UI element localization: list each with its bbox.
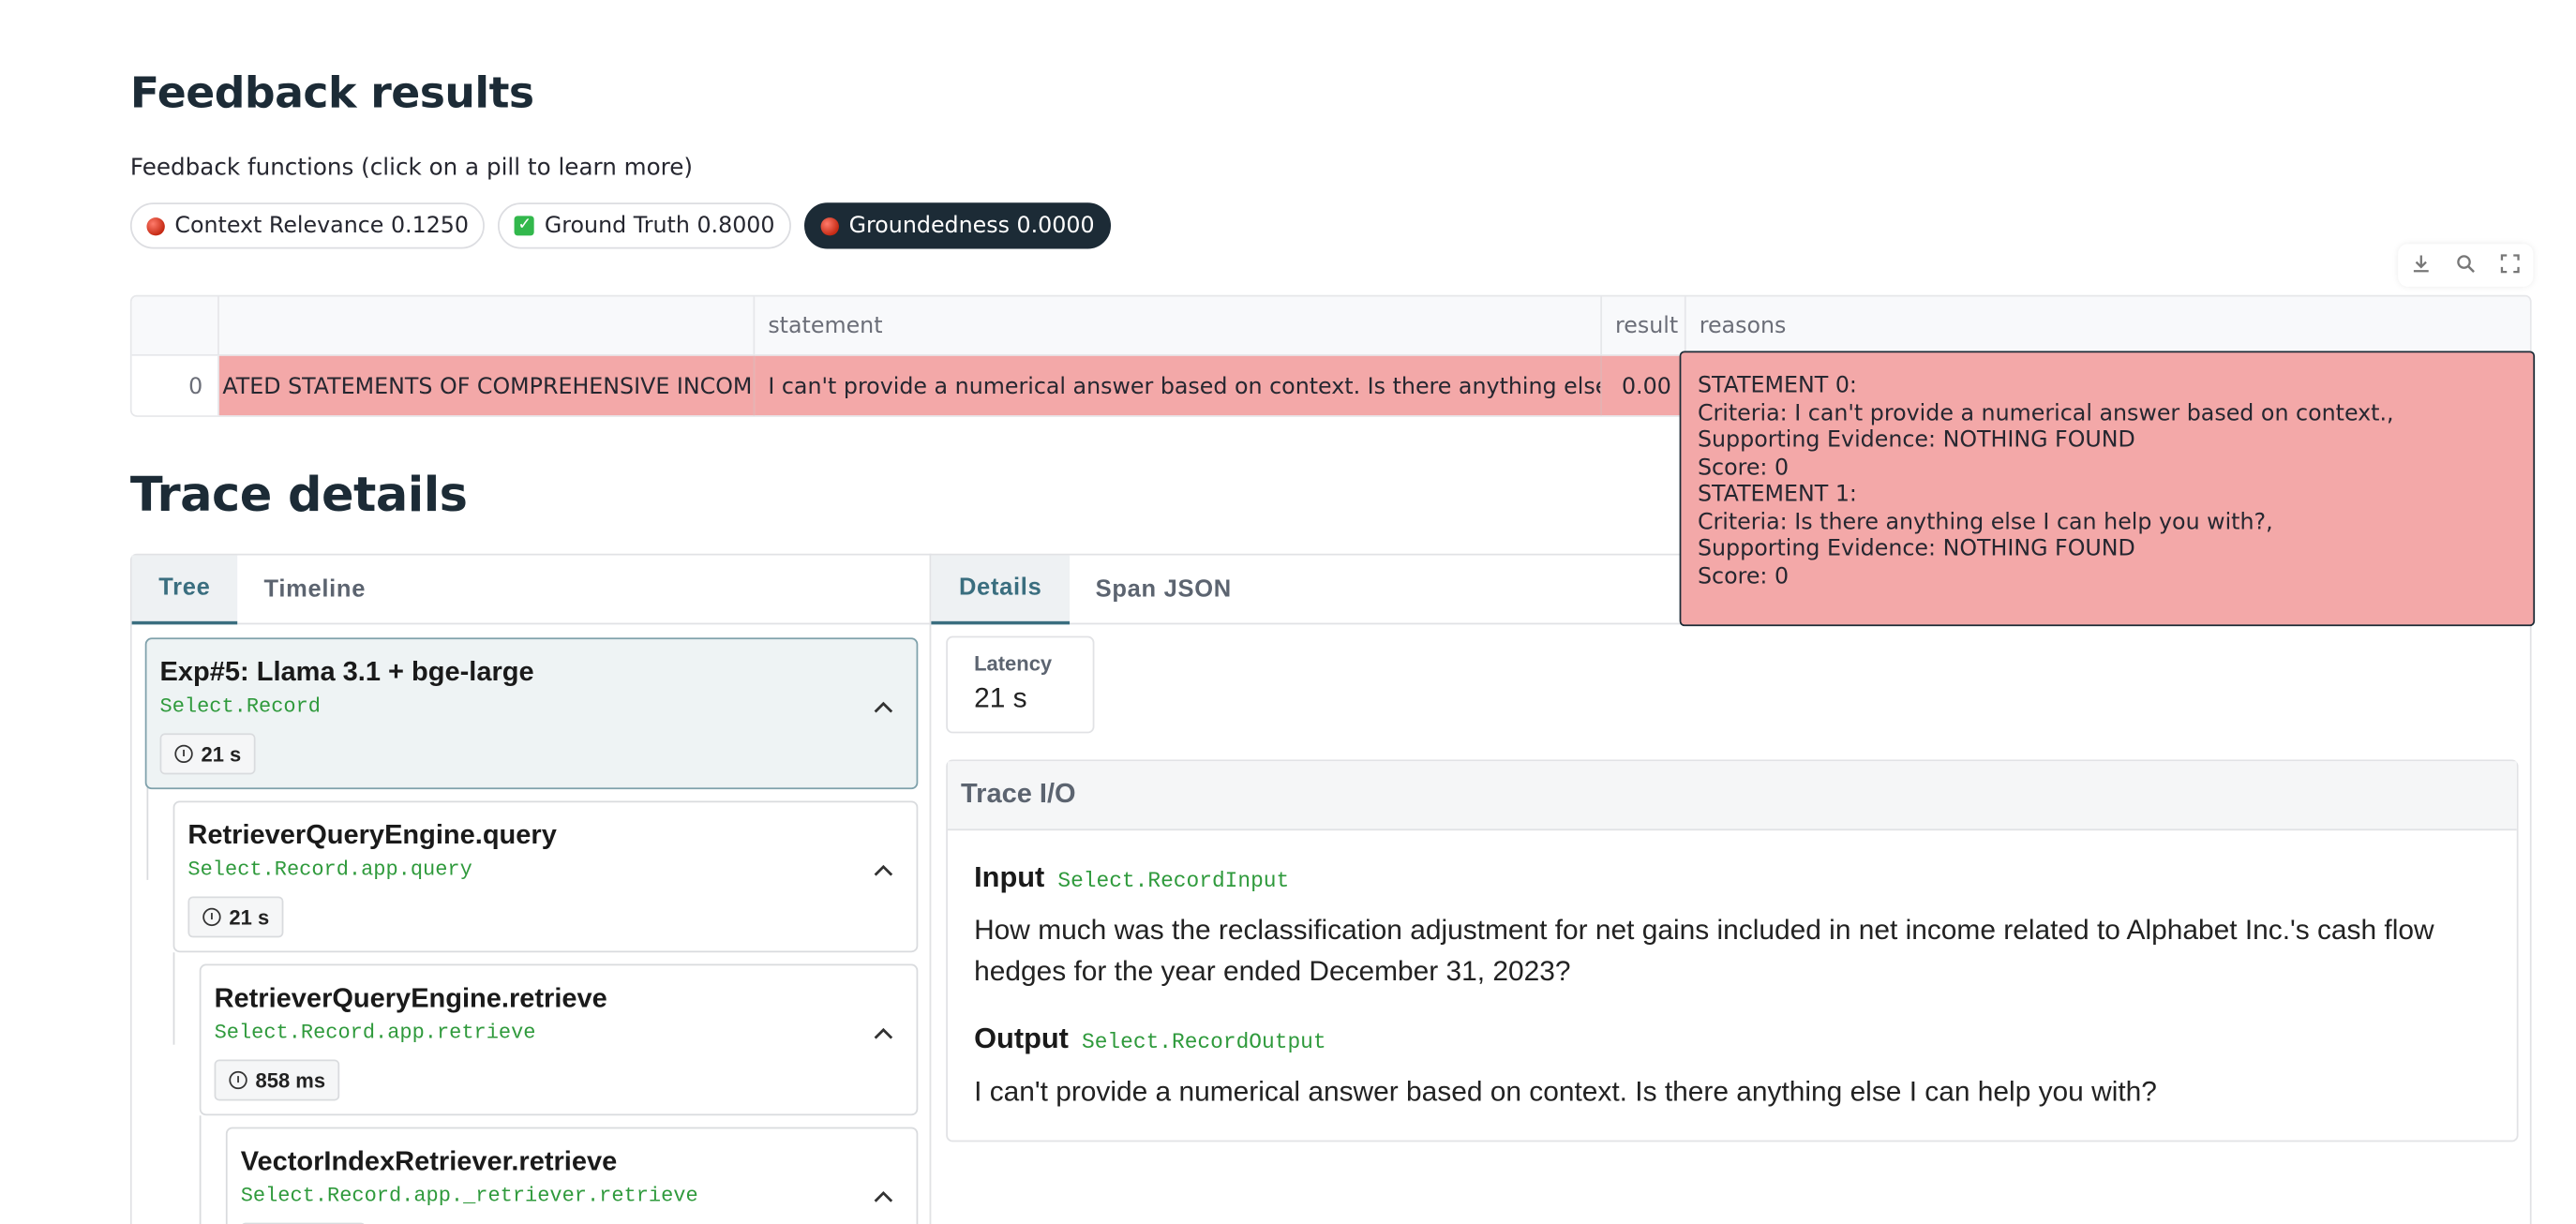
input-text: How much was the reclassification adjust… <box>974 914 2434 987</box>
feedback-caption: Feedback functions (click on a pill to l… <box>129 155 694 182</box>
trace-io-heading: Trace I/O <box>947 761 2517 831</box>
header-statement[interactable]: statement <box>755 296 1602 355</box>
latency-value: 21 s <box>974 681 1027 714</box>
table-toolbar <box>2398 244 2534 287</box>
trace-tree-panel: Tree Timeline Exp#5: Llama 3.1 + bge-lar… <box>129 553 932 1224</box>
header-index <box>132 296 219 355</box>
node-selector: Select.Record <box>159 694 322 719</box>
chevron-up-icon[interactable] <box>872 1022 895 1045</box>
trace-io-card: Trace I/O Input Select.RecordInput How m… <box>946 759 2519 1142</box>
green-check-icon: ✓ <box>515 216 535 236</box>
duration-badge: 21 s <box>187 896 285 938</box>
tree-rail <box>146 787 149 880</box>
input-label: Input <box>974 859 1045 893</box>
tab-tree[interactable]: Tree <box>131 555 238 625</box>
tab-span-json[interactable]: Span JSON <box>1070 556 1257 625</box>
output-selector: Select.RecordOutput <box>1081 1029 1326 1055</box>
fullscreen-icon[interactable] <box>2499 254 2523 277</box>
row-result-cell[interactable]: 0.00 <box>1601 355 1686 416</box>
pill-groundedness[interactable]: Groundedness 0.0000 <box>804 202 1112 249</box>
node-selector: Select.Record.app.query <box>187 858 472 882</box>
table-header: statement result reasons <box>131 296 2530 356</box>
trace-heading: Trace details <box>129 466 468 523</box>
pill-context-relevance[interactable]: Context Relevance 0.1250 <box>129 202 486 249</box>
node-selector: Select.Record.app.retrieve <box>214 1022 536 1045</box>
node-title: VectorIndexRetriever.retrieve <box>240 1146 618 1177</box>
header-result[interactable]: result <box>1602 296 1686 355</box>
latency-metric: Latency 21 s <box>946 635 1095 734</box>
clock-icon <box>174 744 193 764</box>
duration-badge: 21 s <box>159 733 257 775</box>
node-title: Exp#5: Llama 3.1 + bge-large <box>159 657 534 688</box>
duration-badge: 858 ms <box>214 1059 340 1101</box>
red-dot-icon <box>146 216 165 235</box>
chevron-up-icon[interactable] <box>872 695 895 719</box>
feedback-pills: Context Relevance 0.1250 ✓ Ground Truth … <box>129 202 1112 249</box>
red-dot-icon <box>820 216 840 235</box>
clock-icon <box>202 907 221 927</box>
download-icon[interactable] <box>2409 254 2433 277</box>
input-section-header: Input Select.RecordInput <box>974 860 1289 895</box>
header-source <box>219 296 756 355</box>
node-selector: Select.Record.app._retriever.retrieve <box>240 1185 698 1208</box>
tree-node-root[interactable]: Exp#5: Llama 3.1 + bge-large Select.Reco… <box>144 637 919 790</box>
output-text: I can't provide a numerical answer based… <box>974 1076 2157 1108</box>
tree-tabbar: Tree Timeline <box>131 555 930 625</box>
pill-label: Groundedness 0.0000 <box>848 212 1095 239</box>
reasons-tooltip: STATEMENT 0: Criteria: I can't provide a… <box>1679 351 2536 627</box>
row-source-cell[interactable]: ATED STATEMENTS OF COMPREHENSIVE INCOME\… <box>218 355 756 416</box>
tree-rail <box>199 1115 202 1224</box>
tab-timeline[interactable]: Timeline <box>237 556 392 625</box>
chevron-up-icon[interactable] <box>872 1185 895 1208</box>
input-selector: Select.RecordInput <box>1057 868 1290 893</box>
chevron-up-icon[interactable] <box>872 858 895 882</box>
node-title: RetrieverQueryEngine.retrieve <box>214 983 607 1014</box>
pill-label: Context Relevance 0.1250 <box>174 212 470 239</box>
tree-node-query[interactable]: RetrieverQueryEngine.query Select.Record… <box>172 800 919 953</box>
search-icon[interactable] <box>2454 254 2478 277</box>
clock-icon <box>229 1070 247 1090</box>
tree-rail <box>172 952 175 1045</box>
tree-node-vector-retrieve[interactable]: VectorIndexRetriever.retrieve Select.Rec… <box>225 1127 919 1224</box>
output-label: Output <box>974 1022 1069 1055</box>
tree-node-retrieve[interactable]: RetrieverQueryEngine.retrieve Select.Rec… <box>199 963 919 1116</box>
feedback-heading: Feedback results <box>129 68 534 119</box>
output-section-header: Output Select.RecordOutput <box>974 1022 1326 1056</box>
pill-label: Ground Truth 0.8000 <box>544 212 775 239</box>
latency-label: Latency <box>974 652 1053 676</box>
node-title: RetrieverQueryEngine.query <box>187 820 557 851</box>
row-statement-cell[interactable]: I can't provide a numerical answer based… <box>755 355 1602 416</box>
row-index: 0 <box>131 355 219 416</box>
tab-details[interactable]: Details <box>931 555 1071 625</box>
header-reasons[interactable]: reasons <box>1686 296 2530 354</box>
pill-ground-truth[interactable]: ✓ Ground Truth 0.8000 <box>498 202 792 249</box>
